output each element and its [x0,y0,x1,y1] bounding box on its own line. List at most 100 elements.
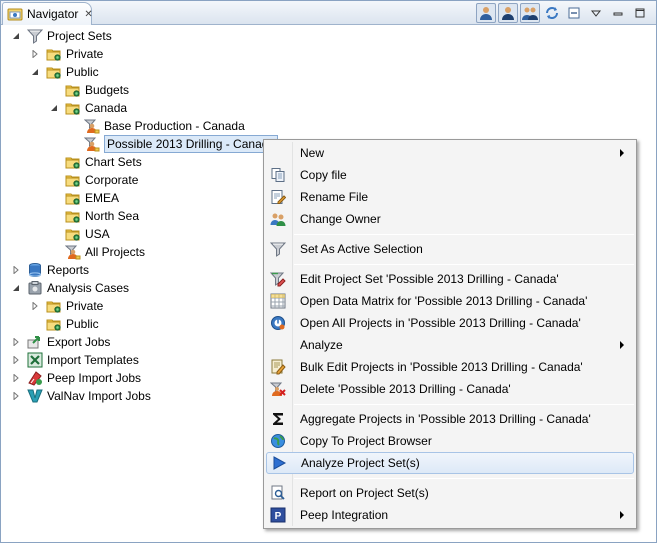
tree-item-emea[interactable]: EMEA [65,189,119,207]
folder-icon [46,316,62,332]
tree-item-ac-private[interactable]: Private [32,297,104,315]
menu-item-label: Delete 'Possible 2013 Drilling - Canada' [300,382,511,396]
tree-item-label: Private [66,299,104,313]
menu-item-report-on-project-set-s[interactable]: Report on Project Set(s) [266,482,634,504]
menu-item-aggregate-projects-in-possible-2013-dril[interactable]: Aggregate Projects in 'Possible 2013 Dri… [266,408,634,430]
report-search-icon [270,485,286,501]
peep-import-icon [27,370,43,386]
tree-item-label: Public [66,317,99,331]
collapsed-arrow-icon[interactable] [11,337,20,346]
export-icon [27,334,43,350]
tree-item-budgets[interactable]: Budgets [65,81,129,99]
menu-item-label: New [300,146,325,160]
expanded-arrow-icon[interactable] [11,283,20,292]
menu-item-analyze[interactable]: Analyze [266,334,634,356]
collapsed-arrow-icon[interactable] [11,373,20,382]
tree-item-all-projects[interactable]: All Projects [64,243,145,261]
menu-separator [294,234,634,235]
folder-icon [46,64,62,80]
project-set-icon [83,118,100,134]
folder-icon [65,82,81,98]
group-filter-button[interactable] [520,3,540,23]
menu-item-open-all-projects-in-possible-2013-drill[interactable]: Open All Projects in 'Possible 2013 Dril… [266,312,634,334]
menu-item-label: Report on Project Set(s) [300,486,429,500]
view-toolbar [476,3,650,23]
expanded-arrow-icon[interactable] [11,31,20,40]
menu-item-rename-file[interactable]: Rename File [266,186,634,208]
collapse-all-icon[interactable] [564,3,584,23]
user-filter-1-button[interactable] [476,3,496,23]
svg-text:P: P [275,511,282,522]
tree-item-base-production-canada[interactable]: Base Production - Canada [83,117,245,135]
submenu-arrow-icon [620,341,624,349]
folder-icon [65,100,81,116]
tree-item-public[interactable]: Public [31,63,99,81]
tree-item-north-sea[interactable]: North Sea [65,207,139,225]
minimize-icon[interactable] [608,3,628,23]
tree-item-label: Peep Import Jobs [47,371,142,385]
menu-item-new[interactable]: New [266,142,634,164]
project-set-icon [64,244,81,260]
view-menu-icon[interactable] [586,3,606,23]
menu-item-copy-file[interactable]: Copy file [266,164,634,186]
sync-icon[interactable] [542,3,562,23]
tree-item-label: Private [66,47,104,61]
tree-item-canada[interactable]: Canada [50,99,127,117]
menu-item-open-data-matrix-for-possible-2013-drill[interactable]: Open Data Matrix for 'Possible 2013 Dril… [266,290,634,312]
menu-item-label: Edit Project Set 'Possible 2013 Drilling… [300,272,559,286]
tab-navigator[interactable]: Navigator ✕ [2,2,93,25]
menu-item-analyze-project-set-s[interactable]: Analyze Project Set(s) [266,452,634,474]
tree-item-chart-sets[interactable]: Chart Sets [65,153,142,171]
collapsed-arrow-icon[interactable] [11,355,20,364]
tree-item-valnav-import-jobs[interactable]: ValNav Import Jobs [13,387,151,405]
user-filter-2-button[interactable] [498,3,518,23]
menu-item-set-as-active-selection[interactable]: Set As Active Selection [266,238,634,260]
context-menu: New Copy file Rename File Change Owner Set A… [263,139,637,529]
expanded-arrow-icon[interactable] [30,67,39,76]
tree-item-corporate[interactable]: Corporate [65,171,138,189]
menu-item-copy-to-project-browser[interactable]: Copy To Project Browser [266,430,634,452]
folder-icon [65,154,81,170]
tree-item-label: ValNav Import Jobs [47,389,151,403]
tree-item-reports[interactable]: Reports [13,261,89,279]
grid-icon [270,293,286,309]
project-set-icon [83,136,100,152]
analysis-cases-icon [27,280,43,296]
tree-item-peep-import-jobs[interactable]: Peep Import Jobs [13,369,142,387]
collapsed-arrow-icon[interactable] [11,391,20,400]
maximize-icon[interactable] [630,3,650,23]
tree-item-export-jobs[interactable]: Export Jobs [13,333,111,351]
sigma-icon [270,411,286,427]
tree-item-possible-2013-drilling-canada[interactable]: Possible 2013 Drilling - Canada [83,135,279,153]
menu-item-edit-project-set-possible-2013-drilling-[interactable]: Edit Project Set 'Possible 2013 Drilling… [266,268,634,290]
menu-item-label: Analyze Project Set(s) [301,456,420,470]
funnel-icon [26,28,44,44]
edit-funnel-icon [270,271,286,287]
tree-item-ac-public[interactable]: Public [46,315,99,333]
menu-item-label: Copy file [300,168,347,182]
menu-item-change-owner[interactable]: Change Owner [266,208,634,230]
open-projects-icon [270,315,286,331]
tree-item-project-sets[interactable]: Project Sets [12,27,112,45]
rename-icon [270,189,286,205]
tree-item-import-templates[interactable]: Import Templates [13,351,139,369]
tree-item-private[interactable]: Private [32,45,104,63]
menu-item-delete-possible-2013-drilling-canada[interactable]: Delete 'Possible 2013 Drilling - Canada' [266,378,634,400]
expanded-arrow-icon[interactable] [49,103,58,112]
tree-item-label: Corporate [85,173,139,187]
funnel-icon [270,241,286,257]
tree-item-label: Export Jobs [47,335,111,349]
tree-item-label: Chart Sets [85,155,142,169]
view-tab-bar: Navigator ✕ [1,1,656,25]
menu-item-label: Bulk Edit Projects in 'Possible 2013 Dri… [300,360,583,374]
tree-item-usa[interactable]: USA [65,225,110,243]
collapsed-arrow-icon[interactable] [11,265,20,274]
collapsed-arrow-icon[interactable] [30,301,39,310]
close-icon[interactable]: ✕ [84,9,92,20]
menu-item-peep-integration[interactable]: P Peep Integration [266,504,634,526]
tree-item-analysis-cases[interactable]: Analysis Cases [12,279,129,297]
menu-separator [294,264,634,265]
folder-icon [46,46,62,62]
collapsed-arrow-icon[interactable] [30,49,39,58]
menu-item-bulk-edit-projects-in-possible-2013-dril[interactable]: Bulk Edit Projects in 'Possible 2013 Dri… [266,356,634,378]
